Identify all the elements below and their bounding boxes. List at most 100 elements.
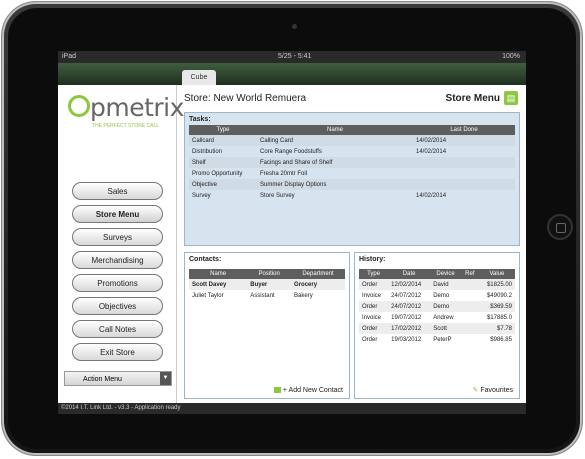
table-cell: Grocery [291,279,345,290]
column-header: Type [359,269,389,279]
table-cell: Core Range Foodstuffs [260,148,322,155]
clock: 5/25 - 5:41 [278,53,312,60]
app-body: pmetrix THE PERFECT STORE CALL Sales Sto… [58,85,526,403]
table-cell: Andrew [433,314,454,321]
table-cell [413,168,515,179]
home-button[interactable] [547,214,573,240]
objectives-button[interactable]: Objectives [72,297,163,315]
table-row[interactable]: Order 12/02/2014 David $1825.00 [359,279,515,290]
contacts-table: Name Position Department Scott Davey Buye… [189,269,345,301]
ipad-frame: iPad 5/25 - 5:41 100% Cube pmetrix THE P… [2,2,582,455]
table-cell: $7.78 [478,323,515,334]
table-cell: Demo [433,292,450,299]
add-contact-icon [273,387,281,394]
table-cell: Order [359,279,389,290]
surveys-button[interactable]: Surveys [72,228,163,246]
table-cell: Order [362,336,378,343]
table-cell: $49090.2 [486,292,512,299]
table-row[interactable]: Distribution Core Range Foodstuffs 14/02/2… [189,146,515,157]
table-cell: David [430,279,461,290]
table-cell [460,279,479,290]
table-row[interactable]: Order 19/03/2012 PeterP $986.85 [359,334,515,345]
add-contact-button[interactable]: + Add New Contact [273,387,343,394]
table-cell: Invoice [362,292,382,299]
table-row[interactable]: Survey Store Survey 14/02/2014 [189,190,515,201]
table-cell [461,312,479,323]
table-cell: Invoice [362,314,382,321]
tasks-table: Type Name Last Done Callcard Calling Card… [189,125,515,201]
table-header-row: Type Date Device Ref Value [359,269,515,279]
table-row[interactable]: Scott Davey Buyer Grocery [189,279,345,290]
column-header: Type [189,125,257,135]
table-cell: PeterP [433,336,452,343]
table-cell: Juliet Taylor [192,292,224,299]
table-row[interactable]: Promo Opportunity Fresha 20mtr Foil [189,168,515,179]
contacts-title: Contacts: [189,256,222,263]
table-cell: Order [359,301,389,312]
table-cell [413,157,515,168]
table-row[interactable]: Shelf Facings and Share of Shelf [189,157,515,168]
table-cell: Distribution [192,148,223,155]
table-row[interactable]: Objective Summer Display Options [189,179,515,190]
table-cell: $1825.00 [478,279,515,290]
favourites-button[interactable]: ✎ Favourites [472,386,513,394]
table-row[interactable]: Order 17/02/2012 Scott $7.78 [359,323,515,334]
table-cell: 19/03/2012 [391,336,422,343]
table-row[interactable]: Callcard Calling Card 14/02/2014 [189,135,515,146]
table-row[interactable]: Order 24/07/2012 Demo $369.59 [359,301,515,312]
store-menu-icon[interactable]: ▤ [504,91,518,105]
column-header: Position [247,269,292,279]
table-cell: Calling Card [257,135,413,146]
opmetrix-logo: pmetrix THE PERFECT STORE CALL [66,93,184,138]
table-cell: Buyer [247,279,292,290]
table-cell: Assistant [250,292,275,299]
table-row[interactable]: Invoice 24/07/2012 Demo $49090.2 [359,290,515,301]
table-cell: 17/02/2012 [388,323,431,334]
table-header-row: Type Name Last Done [189,125,515,135]
page-title: Store: New World Remuera [184,93,307,104]
store-menu-heading: Store Menu [445,93,500,104]
tab-bar: Cube [58,63,526,85]
column-header: Last Done [413,125,515,135]
table-header-row: Name Position Department [189,269,345,279]
table-cell: Fresha 20mtr Foil [260,170,308,177]
table-cell: Survey [192,192,211,199]
table-cell [461,334,479,345]
table-cell: 24/07/2012 [388,301,431,312]
merchandising-button[interactable]: Merchandising [72,251,163,269]
favourites-label: Favourites [480,387,513,394]
column-header: Department [291,269,345,279]
table-cell [413,179,515,190]
promotions-button[interactable]: Promotions [72,274,163,292]
sales-button[interactable]: Sales [72,182,163,200]
table-row[interactable]: Juliet Taylor Assistant Bakery [189,290,345,301]
main-content: Store: New World Remuera Store Menu ▤ Ta… [180,85,526,403]
camera-icon [292,24,297,29]
table-cell: 24/07/2012 [391,292,422,299]
table-cell: Objective [189,179,257,190]
app-screen: iPad 5/25 - 5:41 100% Cube pmetrix THE P… [58,51,526,414]
table-cell [460,301,479,312]
column-header: Date [388,269,431,279]
app-footer: ©2014 I.T. Link Ltd. - v3.3 - Applicatio… [58,403,526,414]
table-cell: Scott Davey [189,279,248,290]
table-cell [460,323,479,334]
device-label: iPad [62,53,77,60]
exit-store-button[interactable]: Exit Store [72,343,163,361]
tasks-panel: Tasks: Type Name Last Done Callcard Calli… [184,112,520,246]
action-menu-select[interactable]: Action Menu ▼ [64,371,172,386]
action-menu-label: Action Menu [83,376,122,383]
logo-tagline: THE PERFECT STORE CALL [92,123,160,129]
column-header: Name [257,125,413,135]
call-notes-button[interactable]: Call Notes [72,320,163,338]
sidebar: pmetrix THE PERFECT STORE CALL Sales Sto… [58,85,184,403]
table-row[interactable]: Invoice 19/07/2012 Andrew $17885.0 [359,312,515,323]
table-cell: $369.59 [478,301,515,312]
tab-cube[interactable]: Cube [182,70,216,85]
favourites-icon: ✎ [472,387,479,394]
chevron-down-icon: ▼ [160,372,171,385]
table-cell: Shelf [189,157,257,168]
table-cell: Scott [430,323,461,334]
store-menu-button[interactable]: Store Menu [72,205,163,223]
table-cell: $17885.0 [486,314,512,321]
